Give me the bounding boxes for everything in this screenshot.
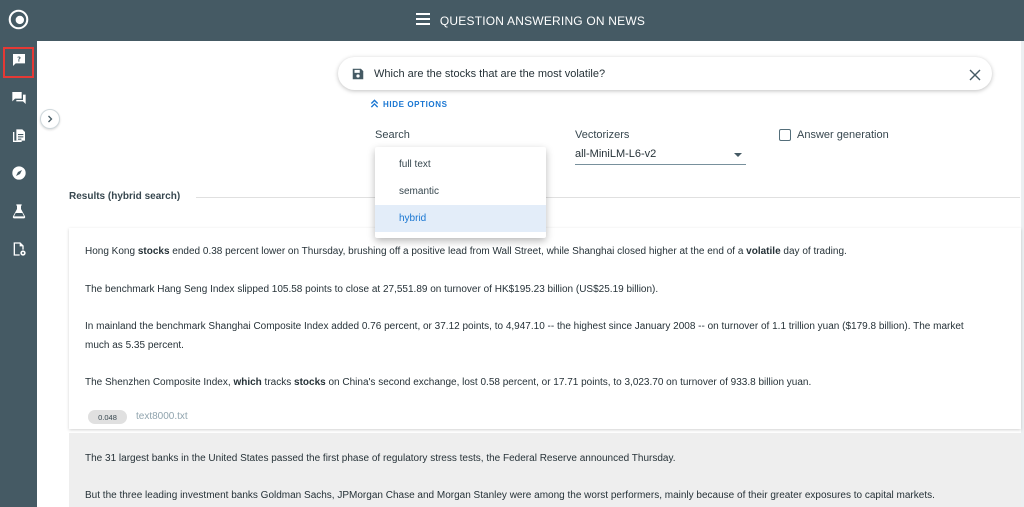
vectorizer-value: all-MiniLM-L6-v2: [575, 148, 657, 160]
hamburger-menu-icon: [415, 12, 440, 30]
chevron-right-icon: [46, 110, 54, 128]
file-settings-icon: [11, 241, 27, 262]
vectorizers-label: Vectorizers: [575, 129, 630, 141]
result-paragraph: The 31 largest banks in the United State…: [85, 453, 676, 464]
score-badge: 0.048: [88, 410, 127, 424]
answer-generation-checkbox[interactable]: [779, 129, 791, 141]
hide-options-button[interactable]: HIDE OPTIONS: [370, 99, 448, 110]
vectorizer-select[interactable]: all-MiniLM-L6-v2: [575, 148, 746, 165]
app-header: QUESTION ANSWERING ON NEWS: [37, 0, 1024, 41]
compass-icon: [11, 165, 27, 186]
answer-generation-label: Answer generation: [797, 129, 889, 141]
result-paragraph: The Shenzhen Composite Index, which trac…: [85, 377, 812, 388]
sidebar: ?: [0, 0, 37, 507]
app-logo-icon[interactable]: [8, 9, 29, 30]
result-paragraph: But the three leading investment banks G…: [85, 490, 935, 501]
hide-options-label: HIDE OPTIONS: [383, 100, 448, 109]
save-icon[interactable]: [351, 67, 365, 81]
close-icon[interactable]: [969, 68, 981, 80]
search-type-menu: full text semantic hybrid: [375, 147, 546, 238]
search-option-full-text[interactable]: full text: [375, 151, 546, 178]
svg-text:?: ?: [17, 55, 21, 63]
search-option-hybrid[interactable]: hybrid: [375, 205, 546, 232]
forum-icon: [11, 90, 27, 111]
divider: [196, 197, 1020, 198]
sidebar-item-documents[interactable]: [5, 125, 32, 152]
search-type-label: Search: [375, 129, 410, 141]
results-heading: Results (hybrid search): [69, 191, 181, 202]
dropdown-arrow-icon: [734, 153, 742, 157]
source-filename: text8000.txt: [136, 411, 188, 422]
menu-button[interactable]: QUESTION ANSWERING ON NEWS: [415, 12, 646, 30]
flask-icon: [11, 203, 27, 224]
search-bar: Which are the stocks that are the most v…: [338, 57, 992, 90]
sidebar-item-question-answering[interactable]: ?: [3, 47, 34, 78]
documents-icon: [11, 128, 27, 149]
result-paragraph: The benchmark Hang Seng Index slipped 10…: [85, 284, 659, 295]
sidebar-item-conversations[interactable]: [5, 87, 32, 114]
sidebar-item-file-settings[interactable]: [5, 238, 32, 265]
result-paragraph: much as 5.35 percent.: [85, 340, 184, 351]
page-title: QUESTION ANSWERING ON NEWS: [439, 13, 646, 28]
expand-panel-button[interactable]: [40, 109, 60, 129]
result-paragraph: In mainland the benchmark Shanghai Compo…: [85, 321, 964, 332]
result-paragraph: Hong Kong stocks ended 0.38 percent lowe…: [85, 246, 847, 257]
sidebar-item-experiments[interactable]: [5, 200, 32, 227]
search-option-semantic[interactable]: semantic: [375, 178, 546, 205]
chevron-double-up-icon: [370, 99, 383, 110]
sidebar-item-explore[interactable]: [5, 162, 32, 189]
result-card[interactable]: Hong Kong stocks ended 0.38 percent lowe…: [69, 228, 1021, 429]
search-input[interactable]: Which are the stocks that are the most v…: [374, 68, 969, 80]
result-card[interactable]: The 31 largest banks in the United State…: [69, 433, 1021, 507]
question-chat-icon: ?: [11, 52, 27, 73]
